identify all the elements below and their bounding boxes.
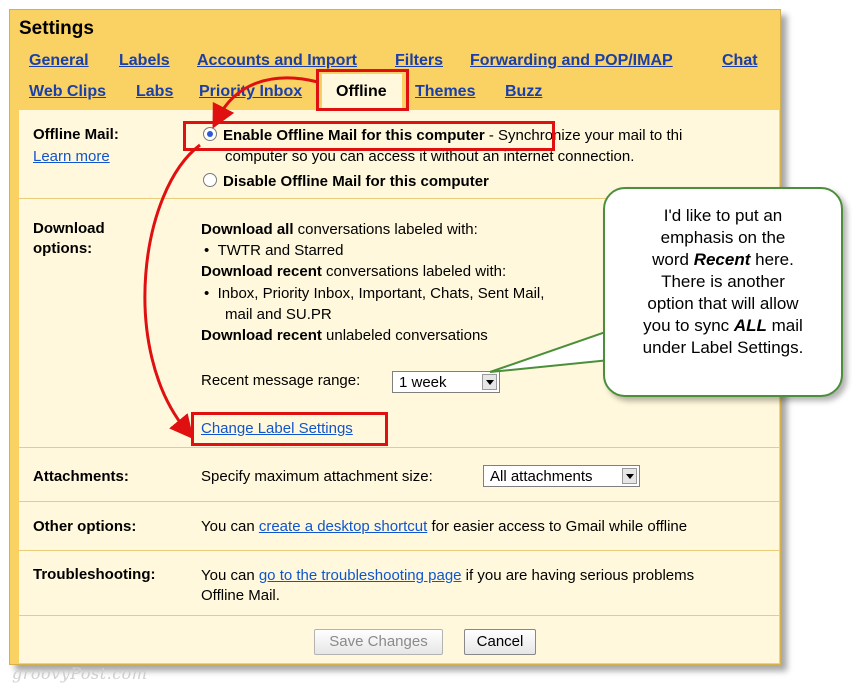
annotation-arrow-tab-to-enable xyxy=(212,76,319,129)
callout-pointer-join xyxy=(605,320,613,360)
callout-line: There is another xyxy=(661,272,785,291)
callout-text: I'd like to put an emphasis on the word … xyxy=(605,205,841,359)
callout-line: option that will allow xyxy=(647,294,799,313)
callout-line: under Label Settings. xyxy=(642,338,804,357)
annotation-callout: I'd like to put an emphasis on the word … xyxy=(603,187,843,397)
callout-emphasis: Recent xyxy=(693,250,751,269)
callout-line: you to sync ALL mail xyxy=(605,315,841,337)
callout-line: I'd like to put an xyxy=(663,206,783,225)
callout-line-part: mail xyxy=(766,316,803,335)
watermark-logo: groovyPost.com xyxy=(12,664,148,683)
callout-line: emphasis on the xyxy=(660,228,786,247)
callout-line-part: word xyxy=(652,250,694,269)
callout-emphasis: ALL xyxy=(733,316,767,335)
callout-line-part: here. xyxy=(750,250,794,269)
callout-line-part: you to sync xyxy=(643,316,734,335)
callout-line: word Recent here. xyxy=(605,249,841,271)
annotation-arrow-enable-to-change xyxy=(143,143,201,440)
